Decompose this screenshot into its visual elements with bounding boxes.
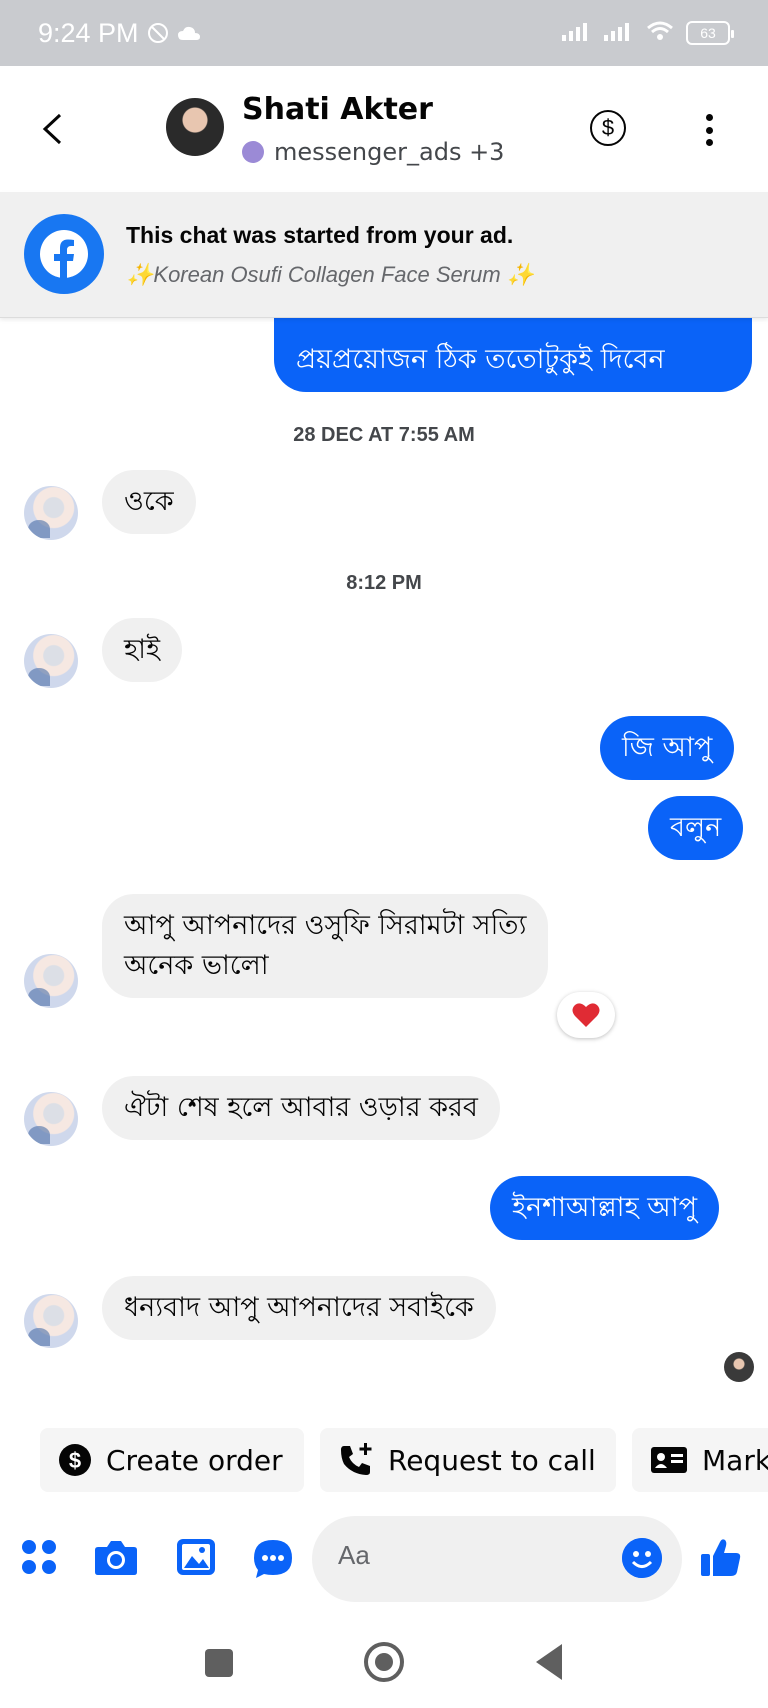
system-nav-bar bbox=[0, 1612, 768, 1708]
request-call-button[interactable]: Request to call bbox=[320, 1428, 616, 1492]
thumbs-up-icon[interactable] bbox=[700, 1536, 742, 1578]
timestamp: 28 DEC AT 7:55 AM bbox=[293, 424, 475, 446]
message-input[interactable]: Aa bbox=[312, 1516, 682, 1602]
ad-product-name: ✨Korean Osufi Collagen Face Serum ✨ bbox=[126, 262, 535, 287]
cloud-icon bbox=[177, 25, 201, 41]
signal-icon bbox=[562, 21, 592, 45]
sender-avatar[interactable] bbox=[24, 634, 78, 688]
sender-avatar[interactable] bbox=[24, 1294, 78, 1348]
back-button[interactable] bbox=[40, 104, 74, 154]
incoming-message[interactable]: আপু আপনাদের ওসুফি সিরামটা সত্যি অনেক ভাল… bbox=[102, 894, 549, 998]
contact-name[interactable]: Shati Akter bbox=[242, 92, 433, 127]
facebook-logo-icon bbox=[24, 214, 104, 294]
message-list: প্রয়প্রয়োজন ঠিক ততোটুকুই দিবেন 28 DEC … bbox=[0, 318, 768, 1408]
emoji-icon[interactable] bbox=[622, 1538, 662, 1578]
payment-dollar-icon[interactable]: $ bbox=[590, 110, 626, 146]
contact-labels[interactable]: messenger_ads +3 bbox=[274, 138, 504, 166]
timestamp: 8:12 PM bbox=[346, 572, 422, 594]
wifi-icon bbox=[646, 20, 674, 46]
do-not-disturb-icon bbox=[147, 22, 169, 44]
incoming-message[interactable]: ঐটা শেষ হলে আবার ওড়ার করব bbox=[102, 1076, 500, 1140]
ad-banner-title: This chat was started from your ad. bbox=[126, 222, 514, 248]
status-bar: 9:24 PM 63 bbox=[0, 0, 768, 66]
home-button[interactable] bbox=[364, 1642, 404, 1682]
outgoing-message[interactable]: ইনশাআল্লাহ আপু bbox=[490, 1176, 720, 1240]
heart-reaction-icon[interactable] bbox=[557, 992, 615, 1038]
sender-avatar[interactable] bbox=[24, 954, 78, 1008]
phone-add-icon bbox=[338, 1442, 374, 1478]
incoming-message[interactable]: হাই bbox=[102, 618, 183, 682]
incoming-message[interactable]: ওকে bbox=[102, 470, 196, 534]
message-composer: Aa bbox=[0, 1512, 768, 1606]
status-time: 9:24 PM bbox=[38, 17, 139, 48]
chat-bubble-icon[interactable] bbox=[252, 1538, 294, 1580]
system-back-button[interactable] bbox=[536, 1644, 562, 1680]
more-options-icon[interactable] bbox=[694, 110, 724, 150]
gallery-icon[interactable] bbox=[176, 1538, 216, 1576]
apps-grid-icon[interactable] bbox=[20, 1538, 58, 1576]
mark-button[interactable]: Mark bbox=[632, 1428, 768, 1492]
signal-icon-2 bbox=[604, 21, 634, 45]
contact-avatar[interactable] bbox=[166, 98, 224, 156]
label-dot-icon bbox=[242, 141, 264, 163]
outgoing-message[interactable]: জি আপু bbox=[600, 716, 735, 780]
recent-apps-button[interactable] bbox=[205, 1649, 233, 1677]
read-receipt-avatar bbox=[724, 1352, 754, 1382]
ad-banner[interactable]: This chat was started from your ad. ✨Kor… bbox=[0, 192, 768, 318]
create-order-button[interactable]: $ Create order bbox=[40, 1428, 304, 1492]
chat-header: Shati Akter messenger_ads +3 $ bbox=[0, 66, 768, 192]
incoming-message[interactable]: ধন্যবাদ আপু আপনাদের সবাইকে bbox=[102, 1276, 496, 1340]
chevron-left-icon bbox=[42, 113, 62, 145]
camera-icon[interactable] bbox=[94, 1538, 138, 1576]
contact-card-icon bbox=[650, 1446, 688, 1474]
quick-actions-bar: $ Create order Request to call Mark bbox=[0, 1428, 768, 1492]
sender-avatar[interactable] bbox=[24, 1092, 78, 1146]
sender-avatar[interactable] bbox=[24, 486, 78, 540]
battery-icon: 63 bbox=[686, 21, 734, 45]
svg-text:$: $ bbox=[69, 1448, 81, 1473]
outgoing-message[interactable]: প্রয়প্রয়োজন ঠিক ততোটুকুই দিবেন bbox=[274, 318, 752, 392]
contact-subtitle: messenger_ads +3 bbox=[242, 138, 504, 166]
message-input-placeholder: Aa bbox=[338, 1540, 370, 1570]
dollar-icon: $ bbox=[58, 1443, 92, 1477]
outgoing-message[interactable]: বলুন bbox=[648, 796, 744, 860]
